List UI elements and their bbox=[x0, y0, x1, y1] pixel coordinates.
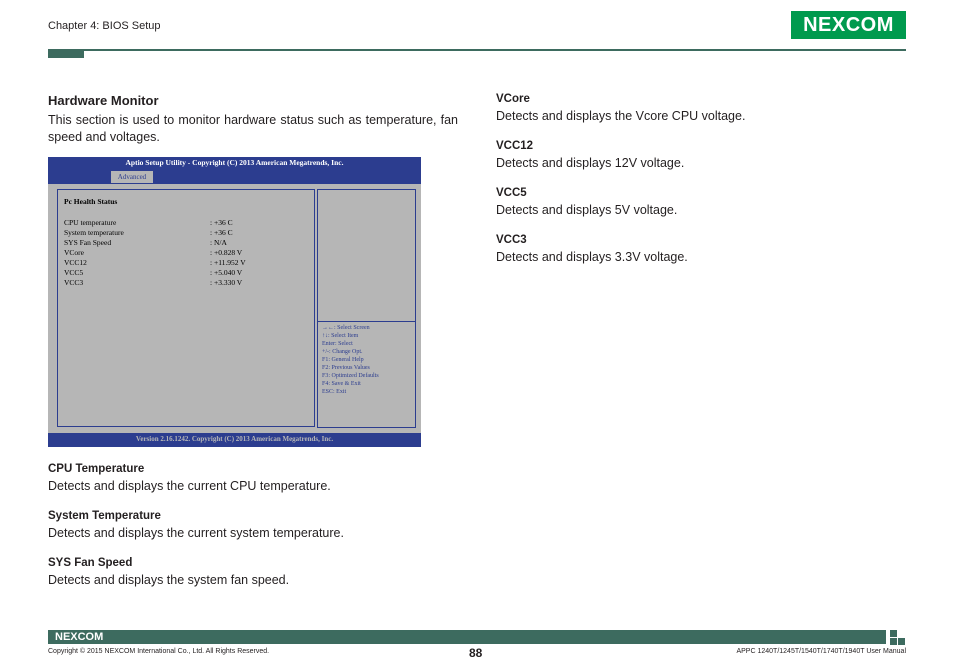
item-title: System Temperature bbox=[48, 510, 161, 522]
bios-row-label: System temperature bbox=[64, 228, 124, 237]
bios-row-label: VCC5 bbox=[64, 268, 84, 277]
footer-copyright: Copyright © 2015 NEXCOM International Co… bbox=[48, 648, 270, 655]
item-desc: Detects and displays the Vcore CPU volta… bbox=[496, 109, 746, 123]
bios-row-label: VCC3 bbox=[64, 278, 84, 287]
bios-row-label: SYS Fan Speed bbox=[64, 238, 112, 247]
item-desc: Detects and displays 5V voltage. bbox=[496, 203, 678, 217]
footer-logo: NEXCOM bbox=[55, 631, 104, 643]
bios-footer: Version 2.16.1242. Copyright (C) 2013 Am… bbox=[135, 435, 334, 443]
footer-square bbox=[898, 638, 905, 645]
header-rule bbox=[48, 49, 906, 51]
bios-tab-advanced[interactable]: Advanced bbox=[111, 171, 153, 183]
bios-title: Aptio Setup Utility - Copyright (C) 2013… bbox=[125, 158, 344, 167]
bios-help-line: F4: Save & Exit bbox=[322, 381, 361, 387]
bios-row-value: : +36 C bbox=[210, 218, 233, 227]
footer-square bbox=[890, 630, 897, 637]
item-desc: Detects and displays the system fan spee… bbox=[48, 573, 290, 587]
bios-row-label: VCore bbox=[64, 248, 84, 257]
item-title: VCC12 bbox=[496, 140, 534, 152]
item-desc: Detects and displays 3.3V voltage. bbox=[496, 250, 688, 264]
bios-row-value: : +5.040 V bbox=[210, 268, 243, 277]
footer-square bbox=[890, 638, 897, 645]
item-title: VCC5 bbox=[496, 187, 527, 199]
bios-row-label: VCC12 bbox=[64, 258, 87, 267]
page-number: 88 bbox=[469, 646, 483, 660]
bios-row-value: : N/A bbox=[210, 238, 227, 247]
nexcom-logo-text: NEXCOM bbox=[803, 14, 894, 36]
bios-help-line: →←: Select Screen bbox=[322, 325, 370, 331]
bios-help-line: F1: General Help bbox=[322, 357, 364, 363]
item-desc: Detects and displays 12V voltage. bbox=[496, 156, 685, 170]
item-desc: Detects and displays the current system … bbox=[48, 526, 344, 540]
bios-help-line: ESC: Exit bbox=[322, 389, 347, 395]
bios-help-line: F3: Optimized Defaults bbox=[322, 373, 379, 379]
section-title: Hardware Monitor bbox=[48, 93, 159, 108]
item-desc: Detects and displays the current CPU tem… bbox=[48, 479, 331, 493]
bios-row-value: : +0.828 V bbox=[210, 248, 243, 257]
footer-manual-title: APPC 1240T/1245T/1540T/1740T/1940T User … bbox=[736, 648, 906, 655]
bios-row-label: CPU temperature bbox=[64, 218, 117, 227]
bios-help-line: +/-: Change Opt. bbox=[322, 349, 363, 355]
header-block bbox=[48, 49, 84, 58]
bios-help-line: ↑↓: Select Item bbox=[322, 333, 359, 339]
item-title: CPU Temperature bbox=[48, 463, 145, 475]
bios-row-value: : +11.952 V bbox=[210, 258, 246, 267]
bios-help-line: F2: Previous Values bbox=[322, 365, 370, 371]
bios-heading: Pc Health Status bbox=[64, 197, 118, 206]
bios-help-line: Enter: Select bbox=[322, 341, 353, 347]
bios-row-value: : +3.330 V bbox=[210, 278, 243, 287]
item-title: VCore bbox=[496, 93, 530, 105]
footer-bar bbox=[48, 630, 886, 644]
item-title: VCC3 bbox=[496, 234, 527, 246]
item-title: SYS Fan Speed bbox=[48, 557, 133, 569]
section-intro: This section is used to monitor hardware… bbox=[48, 113, 458, 144]
bios-row-value: : +36 C bbox=[210, 228, 233, 237]
bios-help-panel bbox=[317, 189, 416, 322]
chapter-label: Chapter 4: BIOS Setup bbox=[48, 20, 161, 32]
